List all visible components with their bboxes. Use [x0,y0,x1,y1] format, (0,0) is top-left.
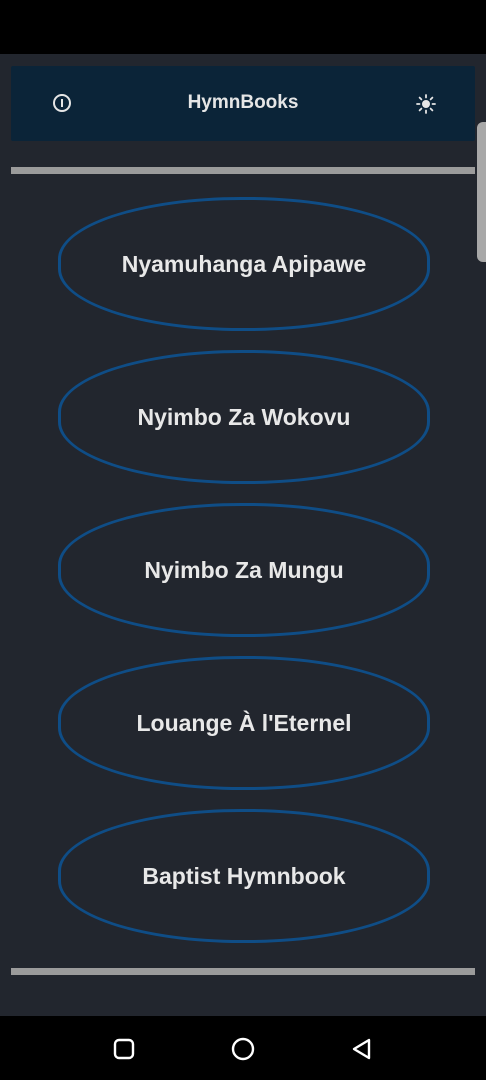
book-label: Nyimbo Za Mungu [144,556,344,583]
circle-icon [231,1037,255,1061]
triangle-back-icon [352,1038,371,1060]
book-button-nyimbo-za-wokovu[interactable]: Nyimbo Za Wokovu [58,350,430,484]
status-bar [0,0,486,54]
book-label: Louange À l'Eternel [136,709,352,736]
home-button[interactable] [230,1036,256,1062]
recents-button[interactable] [111,1036,137,1062]
screen: HymnBooks Nyamuhanga Apipawe Nyimbo Za W… [0,0,486,1080]
book-button-baptist-hymnbook[interactable]: Baptist Hymnbook [58,809,430,943]
book-button-louange-a-leternel[interactable]: Louange À l'Eternel [58,656,430,790]
book-label: Baptist Hymnbook [142,862,346,889]
square-icon [113,1038,135,1060]
scrollbar-thumb[interactable] [477,122,486,262]
app-area: HymnBooks Nyamuhanga Apipawe Nyimbo Za W… [0,54,486,1016]
book-list: Nyamuhanga Apipawe Nyimbo Za Wokovu Nyim… [0,54,486,1016]
book-label: Nyimbo Za Wokovu [137,403,351,430]
back-button[interactable] [349,1036,375,1062]
bottom-divider [11,968,475,975]
book-button-nyamuhanga-apipawe[interactable]: Nyamuhanga Apipawe [58,197,430,331]
system-nav-bar [0,1016,486,1080]
book-button-nyimbo-za-mungu[interactable]: Nyimbo Za Mungu [58,503,430,637]
book-label: Nyamuhanga Apipawe [121,250,367,277]
